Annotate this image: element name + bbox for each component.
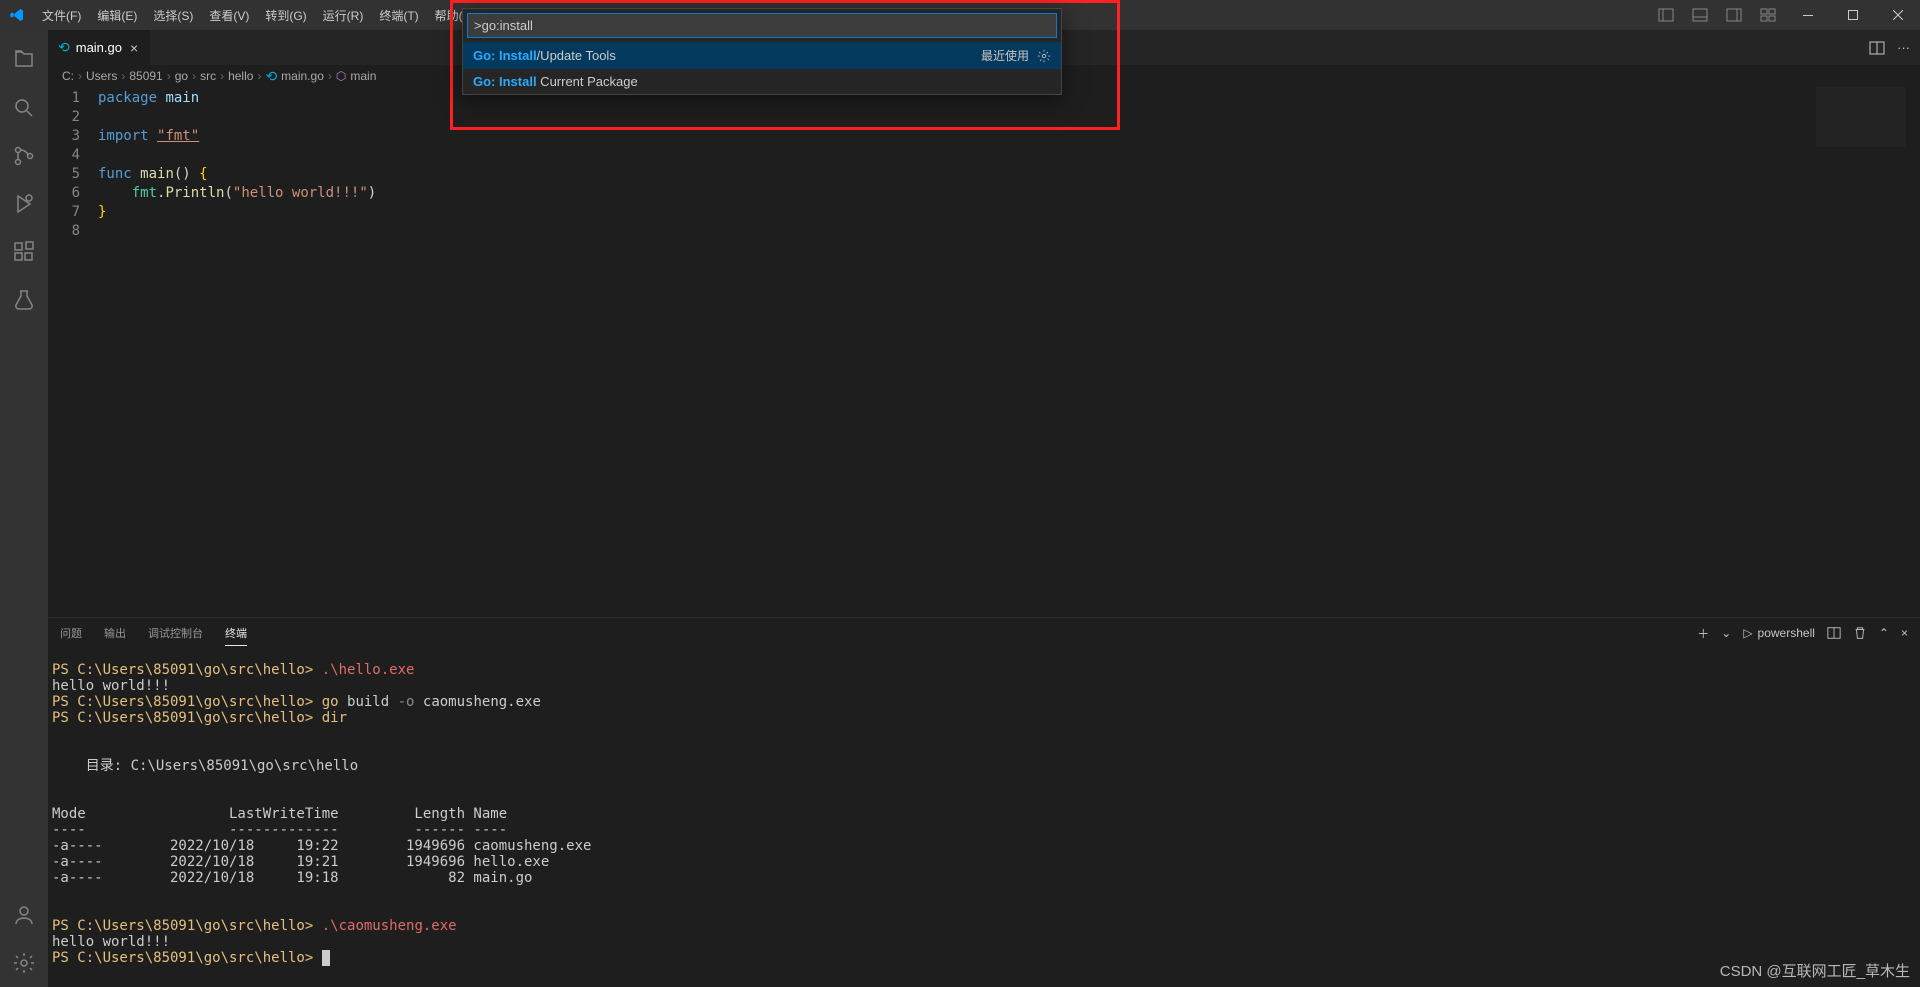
tab-main-go[interactable]: ⟲ main.go × [48, 30, 151, 65]
cp-rest: Current Package [537, 74, 638, 89]
more-icon[interactable]: ··· [1897, 40, 1910, 56]
panel-tab-debug[interactable]: 调试控制台 [148, 621, 203, 646]
window-minimize[interactable] [1785, 0, 1830, 30]
bc-item[interactable]: hello [228, 69, 253, 83]
close-icon[interactable]: × [128, 38, 140, 58]
split-terminal-icon[interactable] [1827, 626, 1841, 640]
line-numbers: 12345678 [48, 89, 98, 617]
command-palette: Go: Install/Update Tools 最近使用 Go: Instal… [462, 8, 1062, 95]
chevron-up-icon[interactable]: ⌃ [1879, 626, 1889, 640]
bc-item[interactable]: main [350, 69, 376, 83]
command-palette-item[interactable]: Go: Install/Update Tools 最近使用 [463, 42, 1061, 69]
terminal-selector[interactable]: ▷powershell [1743, 626, 1815, 640]
bc-item[interactable]: C: [62, 69, 74, 83]
panel-tab-terminal[interactable]: 终端 [225, 621, 247, 646]
layout-left-icon[interactable] [1649, 0, 1683, 30]
menu-run[interactable]: 运行(R) [315, 0, 372, 30]
bottom-panel: 问题 输出 调试控制台 终端 ＋ ⌄ ▷powershell ⌃ × PS C:… [48, 617, 1920, 987]
chevron-down-icon[interactable]: ⌄ [1721, 626, 1731, 640]
command-palette-item[interactable]: Go: Install Current Package [463, 69, 1061, 94]
split-editor-icon[interactable] [1869, 40, 1885, 56]
accounts-icon[interactable] [0, 891, 48, 939]
menu-terminal[interactable]: 终端(T) [371, 0, 426, 30]
symbol-icon: ⬡ [336, 69, 346, 83]
vscode-logo-icon [0, 7, 34, 23]
close-panel-icon[interactable]: × [1901, 626, 1908, 640]
bc-item[interactable]: Users [86, 69, 117, 83]
layout-grid-icon[interactable] [1751, 0, 1785, 30]
gear-icon[interactable] [1037, 49, 1051, 63]
command-palette-input[interactable] [467, 13, 1057, 38]
extensions-icon[interactable] [0, 228, 48, 276]
explorer-icon[interactable] [0, 36, 48, 84]
run-debug-icon[interactable] [0, 180, 48, 228]
window-maximize[interactable] [1830, 0, 1875, 30]
layout-bottom-icon[interactable] [1683, 0, 1717, 30]
trash-icon[interactable] [1853, 626, 1867, 640]
panel-tab-problems[interactable]: 问题 [60, 621, 82, 646]
bc-item[interactable]: go [175, 69, 188, 83]
code-editor[interactable]: 12345678 package main import "fmt" func … [48, 87, 1920, 617]
bc-item[interactable]: src [200, 69, 216, 83]
terminal-output[interactable]: PS C:\Users\85091\go\src\hello> .\hello.… [48, 648, 1920, 987]
cp-match: Go: Install [473, 48, 537, 63]
menu-go[interactable]: 转到(G) [257, 0, 314, 30]
bc-item[interactable]: main.go [281, 69, 324, 83]
panel-tab-output[interactable]: 输出 [104, 621, 126, 646]
menu-selection[interactable]: 选择(S) [145, 0, 201, 30]
go-file-icon: ⟲ [265, 68, 277, 85]
bc-item[interactable]: 85091 [129, 69, 162, 83]
code-content[interactable]: package main import "fmt" func main() { … [98, 89, 1920, 617]
activity-bar [0, 30, 48, 987]
layout-right-icon[interactable] [1717, 0, 1751, 30]
search-icon[interactable] [0, 84, 48, 132]
go-file-icon: ⟲ [58, 39, 70, 56]
window-close[interactable] [1875, 0, 1920, 30]
cp-rest: /Update Tools [537, 48, 616, 63]
menu-view[interactable]: 查看(V) [201, 0, 257, 30]
tab-label: main.go [76, 40, 122, 55]
new-terminal-icon[interactable]: ＋ [1697, 625, 1709, 642]
cp-match: Go: Install [473, 74, 537, 89]
cp-badge: 最近使用 [981, 47, 1029, 64]
minimap[interactable] [1816, 87, 1906, 147]
source-control-icon[interactable] [0, 132, 48, 180]
testing-icon[interactable] [0, 276, 48, 324]
menu-edit[interactable]: 编辑(E) [89, 0, 145, 30]
watermark: CSDN @互联网工匠_草木生 [1720, 960, 1910, 981]
settings-icon[interactable] [0, 939, 48, 987]
menu-file[interactable]: 文件(F) [34, 0, 89, 30]
